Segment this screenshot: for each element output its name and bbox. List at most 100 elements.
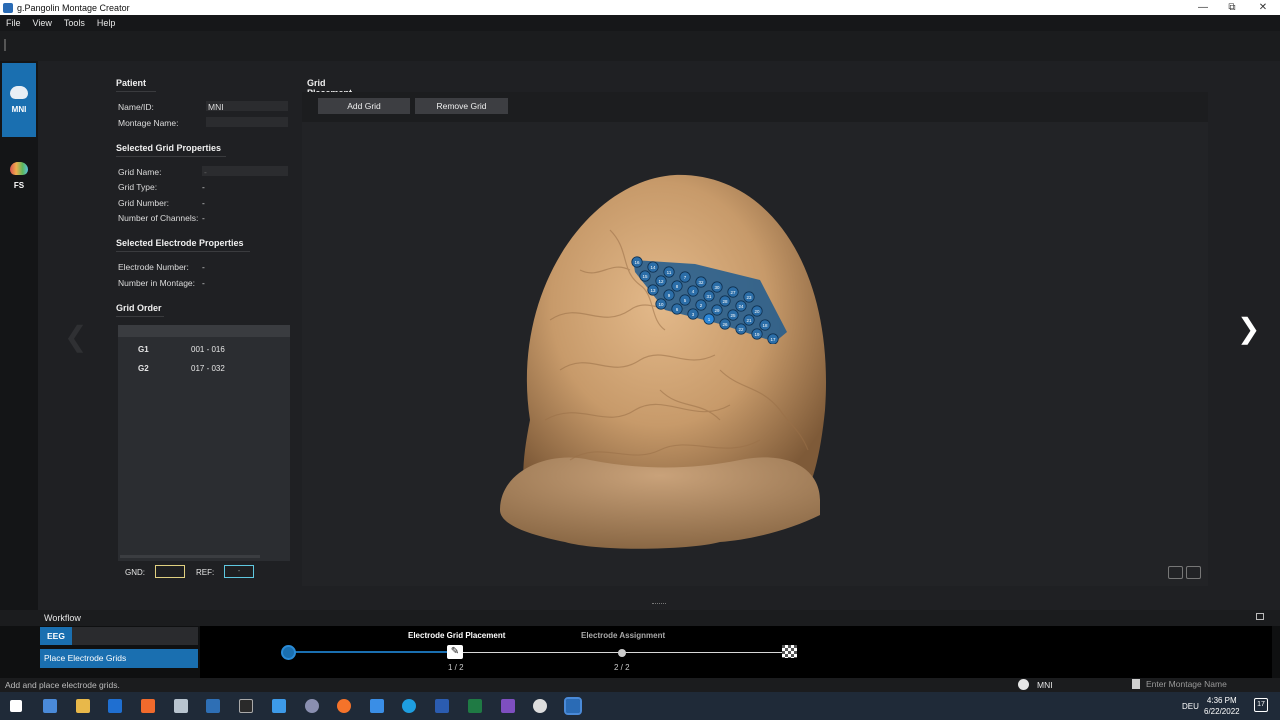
menu-view[interactable]: View (27, 18, 58, 28)
grid-name-value: - (204, 167, 207, 177)
visual-studio-icon[interactable] (501, 699, 515, 713)
grid-order-title: Grid Order (116, 303, 164, 317)
electrode-number: 29 (714, 308, 720, 313)
user-icon (1018, 679, 1029, 690)
skype-icon[interactable] (402, 699, 416, 713)
task-view-icon[interactable] (43, 699, 57, 713)
grid-order-list[interactable]: G1 001 - 016 G2 017 - 032 (118, 325, 290, 561)
menu-help[interactable]: Help (91, 18, 122, 28)
electrode-number: 19 (754, 332, 760, 337)
menu-tools[interactable]: Tools (58, 18, 91, 28)
left-rail: MNI FS (0, 61, 38, 626)
brave-icon[interactable] (141, 699, 155, 713)
restore-panel-icon[interactable] (1256, 613, 1264, 620)
electrode-number: 24 (738, 304, 744, 309)
finish-flag-icon[interactable] (782, 645, 797, 658)
word-icon[interactable] (435, 699, 449, 713)
clock-time: 4:36 PM (1206, 696, 1237, 705)
store-icon[interactable] (370, 699, 384, 713)
place-grids-button[interactable]: Place Electrode Grids (40, 649, 198, 668)
grid-name-field[interactable] (202, 166, 288, 176)
file-explorer-icon[interactable] (76, 699, 90, 713)
edit-step-icon[interactable]: ✎ (447, 645, 463, 659)
colored-brain-icon (10, 162, 28, 175)
search-icon[interactable] (305, 699, 319, 713)
montage-field[interactable] (206, 117, 288, 127)
terminal-icon[interactable] (239, 699, 253, 713)
eeg-tab[interactable]: EEG (40, 627, 72, 645)
channels-value: - (202, 213, 205, 223)
electrode-number: 10 (658, 302, 664, 307)
brain-icon (10, 86, 28, 99)
rail-item-label: MNI (11, 105, 27, 114)
play-icon[interactable] (281, 645, 296, 660)
electrode-number: 11 (667, 270, 672, 275)
electrode-number: 20 (754, 309, 760, 314)
virtualbox-icon[interactable] (206, 699, 220, 713)
gnd-field[interactable] (155, 565, 185, 578)
todo-icon[interactable] (272, 699, 286, 713)
electrode-number-value: - (202, 262, 205, 272)
language-indicator[interactable]: DEU (1182, 702, 1199, 711)
electrode-number: 26 (722, 322, 728, 327)
previous-arrow-icon[interactable]: ❮ (64, 320, 87, 353)
electrode-grid[interactable]: 1614117323027231512843128242013952292521… (625, 252, 795, 344)
grid-type-label: Grid Type: (118, 182, 158, 192)
rail-item-mni[interactable]: MNI (2, 63, 36, 137)
ref-label: REF: (196, 568, 215, 577)
montage-label: Montage Name: (118, 118, 179, 128)
electrode-number: 16 (634, 260, 640, 265)
step-frac-placement: 1 / 2 (448, 663, 464, 672)
status-user: MNI (1018, 679, 1053, 690)
menu-file[interactable]: File (0, 18, 27, 28)
app-icon-blue[interactable] (108, 699, 122, 713)
brain-model[interactable] (490, 170, 840, 560)
montage-placeholder: Enter Montage Name (1146, 679, 1227, 689)
grid-order-row-g2[interactable]: G2 017 - 032 (118, 360, 290, 376)
3d-view-icon[interactable] (1168, 566, 1183, 579)
toolbar-grip-icon[interactable] (4, 39, 6, 51)
patient-title: Patient (116, 78, 156, 92)
rail-item-label: FS (13, 181, 25, 190)
quad-view-icon[interactable] (1186, 566, 1201, 579)
app-icon (3, 2, 13, 13)
electrode-number: 27 (730, 290, 736, 295)
app-icon-grey[interactable] (174, 699, 188, 713)
splitter-handle-icon[interactable] (652, 603, 666, 605)
window-title: g.Pangolin Montage Creator (17, 2, 130, 13)
electrode-number: 18 (762, 323, 768, 328)
horizontal-scrollbar[interactable] (120, 555, 260, 558)
status-message: Add and place electrode grids. (5, 680, 120, 690)
notifications-icon[interactable]: 17 (1254, 698, 1268, 712)
step-title-assignment: Electrode Assignment (581, 631, 666, 640)
electrode-number: 31 (706, 294, 712, 299)
electrode-number: 14 (650, 265, 656, 270)
restore-icon[interactable]: ⧉ (1215, 0, 1249, 15)
electrode-number: 17 (770, 337, 776, 342)
electrode-number: 15 (642, 274, 648, 279)
pangolin-app-icon[interactable] (564, 697, 582, 715)
ref-field[interactable]: - (224, 565, 254, 578)
next-arrow-icon[interactable]: ❯ (1237, 312, 1260, 345)
workflow-title: Workflow (44, 613, 81, 623)
step-title-placement: Electrode Grid Placement (408, 631, 506, 640)
grid-order-range: 017 - 032 (191, 364, 225, 373)
grid-order-row-g1[interactable]: G1 001 - 016 (118, 341, 290, 357)
step-frac-assignment: 2 / 2 (614, 663, 630, 672)
grid-order-range: 001 - 016 (191, 345, 225, 354)
windows-start-icon[interactable] (10, 700, 22, 712)
excel-icon[interactable] (468, 699, 482, 713)
rail-item-fs[interactable]: FS (2, 139, 36, 213)
menu-bar: File View Tools Help (0, 15, 1280, 31)
add-grid-button[interactable]: Add Grid (318, 98, 410, 114)
firefox-icon[interactable] (337, 699, 351, 713)
remove-grid-button[interactable]: Remove Grid (415, 98, 508, 114)
status-montage[interactable]: Enter Montage Name (1132, 679, 1227, 689)
electrode-number-label: Electrode Number: (118, 262, 189, 272)
step-dot-icon[interactable] (618, 649, 626, 657)
list-header (118, 325, 290, 337)
clock[interactable]: 4:36 PM 6/22/2022 (1204, 695, 1240, 717)
grid-number-value: - (202, 198, 205, 208)
github-icon[interactable] (533, 699, 547, 713)
close-icon[interactable]: ✕ (1246, 0, 1280, 15)
